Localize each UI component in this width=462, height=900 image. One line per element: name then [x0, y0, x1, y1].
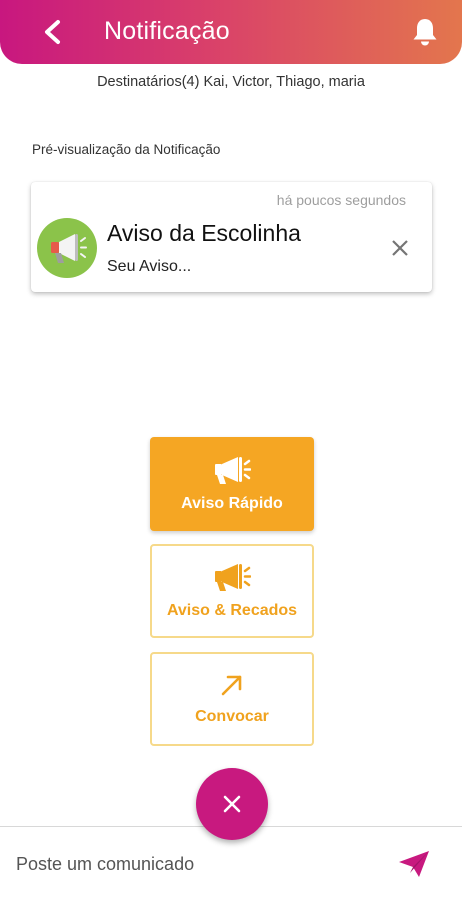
post-input[interactable] [16, 847, 376, 881]
app-bar: Notificação [0, 0, 462, 64]
quick-notice-label: Aviso Rápido [181, 495, 283, 512]
summon-label: Convocar [195, 708, 269, 725]
dismiss-notification-button[interactable] [388, 236, 412, 260]
recipients-text: Destinatários(4) Kai, Victor, Thiago, ma… [97, 74, 365, 90]
close-icon [223, 795, 241, 813]
notification-screen: Notificação Destinatários(4) Kai, Victor… [0, 0, 462, 900]
megaphone-icon [51, 234, 87, 263]
send-button[interactable] [396, 847, 432, 881]
page-title: Notificação [104, 17, 230, 45]
notices-and-messages-label: Aviso & Recados [166, 602, 298, 619]
close-menu-fab[interactable] [196, 768, 268, 840]
notification-preview-card: há poucos segundos Aviso da Escolinha Se… [31, 182, 432, 292]
megaphone-icon [215, 457, 251, 484]
chevron-left-icon [45, 20, 60, 44]
notices-and-messages-button[interactable]: Aviso & Recados [150, 544, 314, 638]
notifications-button[interactable] [408, 14, 442, 50]
notification-title: Aviso da Escolinha [107, 220, 301, 246]
summon-button[interactable]: Convocar [150, 652, 314, 746]
notification-time: há poucos segundos [276, 192, 406, 208]
arrow-up-right-icon [221, 675, 242, 696]
notification-avatar [37, 218, 97, 278]
send-icon [399, 851, 429, 877]
preview-label: Pré-visualização da Notificação [32, 142, 221, 157]
back-button[interactable] [36, 14, 68, 50]
bell-icon [413, 19, 437, 46]
quick-notice-button[interactable]: Aviso Rápido [150, 437, 314, 531]
close-icon [392, 240, 408, 256]
notification-body: Seu Aviso... [107, 258, 192, 275]
megaphone-icon [215, 564, 251, 591]
